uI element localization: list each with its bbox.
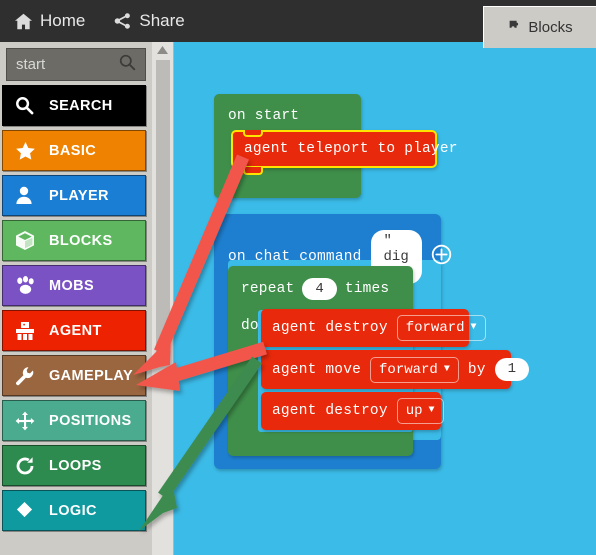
dropdown-destroy-up-direction[interactable]: up ▼ [396,398,444,424]
robot-icon [15,321,45,341]
move-arrows-icon [15,411,45,431]
block-repeat-label-start: repeat [241,281,295,298]
magnifier-icon [15,96,45,115]
block-notch-top [243,130,263,137]
scrollbar-thumb[interactable] [156,60,170,355]
block-agent-destroy-label: agent destroy [272,320,388,336]
repeat-count-value[interactable]: 4 [302,278,337,301]
puzzle-piece-icon [507,18,521,37]
share-icon [113,12,132,30]
tab-blocks[interactable]: Blocks [483,6,596,48]
share-label: Share [139,11,185,30]
block-notch-top [272,309,292,314]
sidebar-item-gameplay[interactable]: GAMEPLAY [2,355,146,396]
home-button[interactable]: Home [0,0,99,42]
home-label: Home [40,11,86,30]
chevron-down-icon: ▼ [470,322,477,333]
toolbox-scrollbar[interactable] [152,42,174,555]
wrench-icon [15,366,45,386]
block-agent-teleport-to-player[interactable]: agent teleport to player [231,130,457,175]
sidebar-item-player[interactable]: PLAYER [2,175,146,216]
search-input[interactable]: start [6,48,146,81]
toolbox-panel: start SEARCH BASIC PLAYER BLOCKS MOBS AG… [0,42,152,555]
sidebar-item-basic-label: BASIC [49,142,97,159]
blocks-workspace[interactable]: on start agent teleport to player on cha… [174,42,596,555]
scroll-up-arrow[interactable] [152,42,173,58]
dropdown-move-direction[interactable]: forward ▼ [370,356,459,383]
sidebar-item-player-label: PLAYER [49,187,109,204]
sidebar-item-agent-label: AGENT [49,322,102,339]
sidebar-item-blocks-label: BLOCKS [49,232,113,249]
share-button[interactable]: Share [99,0,198,42]
block-agent-move-forward-by[interactable]: agent move forward ▼ by 1 [261,350,530,389]
search-input-value: start [16,56,46,73]
dropdown-destroy-up-direction-value: up [405,403,423,419]
sidebar-item-loops[interactable]: LOOPS [2,445,146,486]
dropdown-move-direction-value: forward [379,361,438,378]
sidebar-item-mobs[interactable]: MOBS [2,265,146,306]
tab-blocks-label: Blocks [528,19,573,36]
sidebar-item-search-label: SEARCH [49,97,113,114]
paw-icon [15,276,45,295]
block-agent-destroy-forward[interactable]: agent destroy forward ▼ [261,309,486,347]
star-icon [15,141,45,161]
sidebar-item-logic[interactable]: LOGIC [2,490,146,531]
block-agent-destroy-up-label: agent destroy [272,403,388,419]
person-icon [15,186,45,205]
block-repeat-do-label: do [241,318,259,334]
chevron-down-icon: ▼ [428,405,435,416]
dropdown-destroy-direction[interactable]: forward ▼ [396,315,486,341]
block-repeat-label-end: times [344,281,390,298]
sidebar-item-positions-label: POSITIONS [49,412,132,429]
sidebar-item-gameplay-label: GAMEPLAY [49,367,134,384]
block-agent-move-label: agent move [272,361,362,378]
sidebar-item-blocks[interactable]: BLOCKS [2,220,146,261]
block-agent-move-by-label: by [467,361,486,378]
dropdown-destroy-direction-value: forward [405,320,465,336]
block-on-start-label: on start [228,108,300,124]
sidebar-item-search[interactable]: SEARCH [2,85,146,126]
plus-circle-icon[interactable] [431,244,452,270]
sidebar-item-loops-label: LOOPS [49,457,102,474]
search-icon [119,54,136,76]
block-agent-teleport-label: agent teleport to player [244,141,458,157]
sidebar-item-basic[interactable]: BASIC [2,130,146,171]
block-agent-destroy-up[interactable]: agent destroy up ▼ [261,392,444,430]
logic-icon [15,501,45,520]
sidebar-item-agent[interactable]: AGENT [2,310,146,351]
block-notch-bottom [243,167,263,175]
block-on-chat-label: on chat command [228,249,362,266]
sidebar-item-mobs-label: MOBS [49,277,95,294]
sidebar-item-logic-label: LOGIC [49,502,97,519]
move-distance-value[interactable]: 1 [494,358,530,381]
refresh-icon [15,456,45,476]
home-icon [14,13,33,30]
sidebar-item-positions[interactable]: POSITIONS [2,400,146,441]
block-notch-top [272,392,292,397]
block-repeat-header: repeat 4 times [241,278,390,301]
chevron-down-icon: ▼ [443,363,450,375]
block-notch-top [272,350,292,355]
cube-icon [15,230,45,251]
